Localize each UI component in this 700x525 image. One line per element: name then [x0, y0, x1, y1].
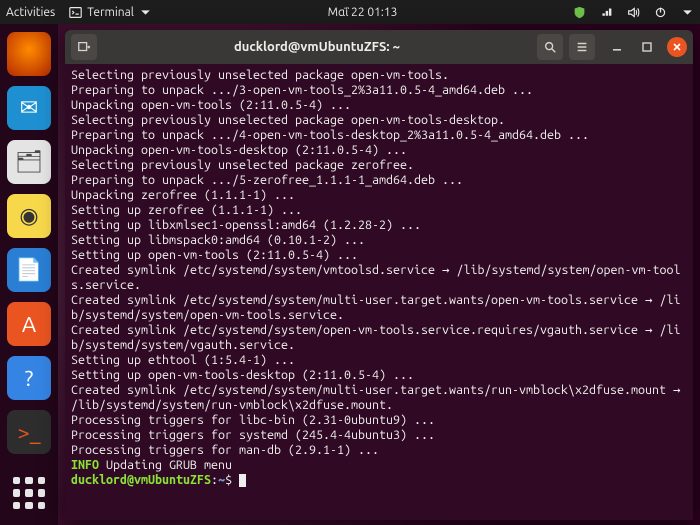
dock-item-writer[interactable]: 📄	[7, 248, 51, 292]
dock-item-rhythmbox[interactable]: ◉	[7, 194, 51, 238]
system-menu-chevron-icon[interactable]	[681, 6, 694, 19]
dock-item-firefox[interactable]	[7, 32, 51, 76]
security-indicator-icon[interactable]	[573, 6, 586, 19]
menu-button[interactable]	[569, 34, 595, 60]
dock-item-help[interactable]: ?	[7, 356, 51, 400]
search-icon	[543, 40, 557, 54]
new-tab-icon	[77, 40, 91, 54]
window-close-button[interactable]	[667, 37, 687, 57]
terminal-app-icon	[69, 6, 82, 19]
dock-item-terminal[interactable]: >_	[7, 410, 51, 454]
gnome-topbar: Activities Terminal Μαΐ 22 01:13	[0, 0, 700, 24]
activities-button[interactable]: Activities	[6, 6, 55, 19]
terminal-output: Selecting previously unselected package …	[71, 68, 687, 458]
dock: ✉ 🗂 ◉ 📄 A ? >_	[0, 24, 58, 525]
shell-prompt: ducklord@vmUbuntuZFS:~$	[71, 473, 232, 487]
search-button[interactable]	[537, 34, 563, 60]
dock-item-files[interactable]: 🗂	[7, 140, 51, 184]
power-icon[interactable]	[654, 6, 667, 19]
window-minimize-button[interactable]	[607, 37, 627, 57]
new-tab-button[interactable]	[71, 34, 97, 60]
volume-icon[interactable]	[627, 6, 640, 19]
window-title: ducklord@vmUbuntuZFS: ~	[103, 40, 531, 54]
current-app-label: Terminal	[87, 6, 134, 19]
info-text: Updating GRUB menu	[99, 458, 232, 472]
chevron-down-icon	[139, 6, 152, 19]
current-app-indicator[interactable]: Terminal	[69, 6, 152, 19]
window-titlebar[interactable]: ducklord@vmUbuntuZFS: ~	[65, 30, 693, 64]
network-icon[interactable]	[600, 6, 613, 19]
clock[interactable]: Μαΐ 22 01:13	[328, 6, 398, 19]
dock-item-thunderbird[interactable]: ✉	[7, 86, 51, 130]
dock-item-software[interactable]: A	[7, 302, 51, 346]
info-prefix: INFO	[71, 458, 99, 472]
terminal-body[interactable]: Selecting previously unselected package …	[65, 64, 693, 520]
cursor	[239, 474, 246, 487]
window-maximize-button[interactable]	[637, 37, 657, 57]
hamburger-icon	[575, 40, 589, 54]
show-applications-button[interactable]	[7, 471, 51, 515]
terminal-window: ducklord@vmUbuntuZFS: ~ Selecting previo…	[65, 30, 693, 520]
